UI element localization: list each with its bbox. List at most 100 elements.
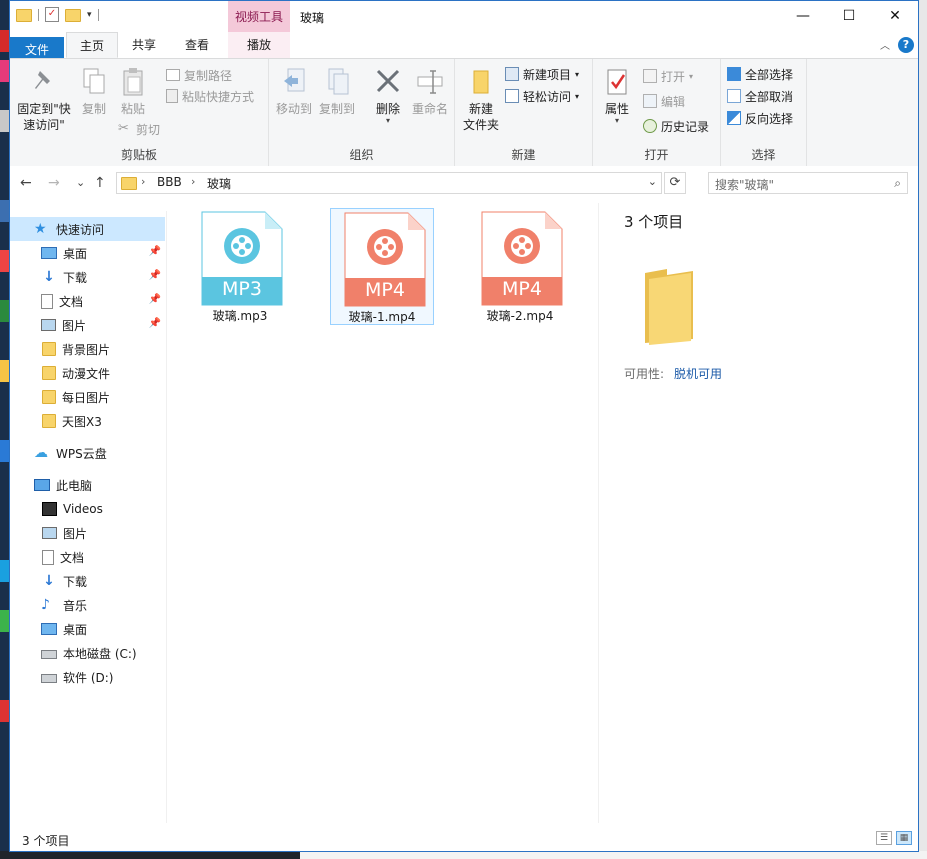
pin-icon[interactable]: 📌 xyxy=(149,270,161,281)
delete-dropdown-icon: ▾ xyxy=(385,116,390,125)
edit-button[interactable]: 编辑 xyxy=(643,91,685,111)
sidebar-item-documents[interactable]: 文档 📌 xyxy=(10,289,165,313)
back-arrow-icon[interactable]: ← xyxy=(20,175,32,191)
sidebar-item-pc-downloads[interactable]: ↓ 下载 xyxy=(10,569,165,593)
new-folder-icon[interactable] xyxy=(65,9,81,22)
sidebar-item-pc-documents[interactable]: 文档 xyxy=(10,545,165,569)
delete-x-icon xyxy=(374,67,402,97)
sidebar-item-label: 此电脑 xyxy=(56,478,93,493)
tab-home[interactable]: 主页 xyxy=(66,32,118,58)
pin-quick-access-button[interactable]: 固定到"快 速访问" xyxy=(14,67,74,133)
tab-share[interactable]: 共享 xyxy=(120,32,168,58)
file-item-mp4-2[interactable]: MP4 玻璃-2.mp4 xyxy=(468,208,572,325)
file-type-badge: MP4 xyxy=(502,278,542,300)
qat-dropdown-icon[interactable]: ▾ xyxy=(87,10,92,20)
sidebar-item-background-pictures[interactable]: 背景图片 xyxy=(10,337,165,361)
sidebar-item-tiantu-x3[interactable]: 天图X3 xyxy=(10,409,165,433)
open-icon xyxy=(643,69,657,83)
paste-button[interactable]: 粘贴 xyxy=(114,67,152,117)
properties-check-icon[interactable]: ✓ xyxy=(45,7,59,22)
copy-path-button[interactable]: 复制路径 xyxy=(166,65,232,85)
sidebar-item-anime-files[interactable]: 动漫文件 xyxy=(10,361,165,385)
address-dropdown-icon[interactable]: ⌄ xyxy=(648,175,657,188)
cut-button[interactable]: ✂ 剪切 xyxy=(118,119,160,139)
collapse-ribbon-icon[interactable]: ︿ xyxy=(880,37,890,52)
history-button[interactable]: 历史记录 xyxy=(643,116,709,136)
sidebar-item-software-d[interactable]: 软件 (D:) xyxy=(10,665,165,689)
up-arrow-icon[interactable]: ↑ xyxy=(94,175,106,191)
download-arrow-icon: ↓ xyxy=(43,269,55,285)
properties-button[interactable]: 属性 ▾ xyxy=(597,67,637,125)
select-none-button[interactable]: 全部取消 xyxy=(727,86,793,106)
pin-icon[interactable]: 📌 xyxy=(149,318,161,329)
easy-access-button[interactable]: 轻松访问 ▾ xyxy=(505,86,579,106)
move-to-button[interactable]: 移动到 xyxy=(274,67,314,117)
drive-icon xyxy=(41,674,57,683)
sidebar-item-downloads[interactable]: ↓ 下载 📌 xyxy=(10,265,165,289)
video-icon xyxy=(42,502,57,516)
copy-path-label: 复制路径 xyxy=(184,68,233,83)
sidebar-item-quick-access[interactable]: ★ 快速访问 xyxy=(10,217,165,241)
sidebar-item-pc-pictures[interactable]: 图片 xyxy=(10,521,165,545)
computer-icon xyxy=(34,479,50,491)
breadcrumb-bbb[interactable]: BBB xyxy=(157,175,182,189)
file-item-mp4-1[interactable]: MP4 玻璃-1.mp4 xyxy=(330,208,434,325)
sidebar-item-this-pc[interactable]: 此电脑 xyxy=(10,473,165,497)
pin-icon[interactable]: 📌 xyxy=(149,294,161,305)
file-type-badge: MP3 xyxy=(222,278,262,300)
minimize-button[interactable]: — xyxy=(780,1,826,32)
desktop-icon xyxy=(41,623,57,635)
sidebar-item-pictures[interactable]: 图片 📌 xyxy=(10,313,165,337)
maximize-button[interactable]: ☐ xyxy=(826,1,872,32)
search-icon[interactable]: ⌕ xyxy=(894,176,901,191)
search-placeholder: 搜索"玻璃" xyxy=(715,178,775,192)
close-button[interactable]: ✕ xyxy=(872,1,918,32)
search-input[interactable]: 搜索"玻璃" ⌕ xyxy=(708,172,908,194)
invert-selection-button[interactable]: 反向选择 xyxy=(727,108,793,128)
forward-arrow-icon[interactable]: → xyxy=(48,175,60,191)
recent-locations-icon[interactable]: ⌄ xyxy=(76,176,85,189)
sidebar-item-label: 每日图片 xyxy=(62,390,111,405)
history-label: 历史记录 xyxy=(661,119,710,134)
paste-shortcut-button[interactable]: 粘贴快捷方式 xyxy=(166,86,254,106)
sidebar-item-videos[interactable]: Videos xyxy=(10,497,165,521)
availability-label: 可用性: xyxy=(624,367,665,381)
sidebar-item-label: 下载 xyxy=(63,270,88,285)
delete-button[interactable]: 删除 ▾ xyxy=(371,67,405,125)
file-item-mp3[interactable]: MP3 玻璃.mp3 xyxy=(188,208,292,325)
open-button[interactable]: 打开 ▾ xyxy=(643,66,693,86)
details-item-count: 3 个项目 xyxy=(624,213,684,231)
help-icon[interactable]: ? xyxy=(898,37,914,53)
sidebar-item-label: 文档 xyxy=(59,294,84,309)
sidebar-item-music[interactable]: ♪ 音乐 xyxy=(10,593,165,617)
group-label-organize: 组织 xyxy=(349,148,374,162)
tab-view[interactable]: 查看 xyxy=(172,32,222,58)
sidebar-item-label: 下载 xyxy=(63,574,88,589)
breadcrumb-glass[interactable]: 玻璃 xyxy=(207,175,231,192)
select-all-button[interactable]: 全部选择 xyxy=(727,64,793,84)
refresh-icon[interactable]: ⟳ xyxy=(664,172,686,194)
sidebar-item-daily-pictures[interactable]: 每日图片 xyxy=(10,385,165,409)
rename-button[interactable]: 重命名 xyxy=(409,67,451,117)
sidebar-item-local-disk-c[interactable]: 本地磁盘 (C:) xyxy=(10,641,165,665)
new-folder-button[interactable]: 新建 文件夹 xyxy=(459,67,503,133)
tab-play[interactable]: 播放 xyxy=(228,32,290,58)
taskbar-edge xyxy=(0,851,927,859)
sidebar-item-wps-cloud[interactable]: ☁ WPS云盘 xyxy=(10,441,165,465)
folder-icon[interactable] xyxy=(16,9,32,22)
group-label-open: 打开 xyxy=(644,148,669,162)
address-bar[interactable]: › BBB › 玻璃 ⌄ xyxy=(116,172,662,194)
sidebar-item-label: 图片 xyxy=(63,526,88,541)
new-item-button[interactable]: 新建项目 ▾ xyxy=(505,64,579,84)
large-icons-view-icon[interactable]: ▦ xyxy=(896,831,912,845)
copy-to-button[interactable]: 复制到 xyxy=(317,67,357,117)
properties-icon xyxy=(603,67,631,97)
details-view-icon[interactable]: ☰ xyxy=(876,831,892,845)
pin-icon[interactable]: 📌 xyxy=(149,246,161,257)
rename-label: 重命名 xyxy=(411,102,448,116)
copy-button[interactable]: 复制 xyxy=(76,67,112,117)
desktop-icon xyxy=(41,247,57,259)
sidebar-item-pc-desktop[interactable]: 桌面 xyxy=(10,617,165,641)
file-name: 玻璃-2.mp4 xyxy=(486,309,554,323)
sidebar-item-desktop[interactable]: 桌面 📌 xyxy=(10,241,165,265)
